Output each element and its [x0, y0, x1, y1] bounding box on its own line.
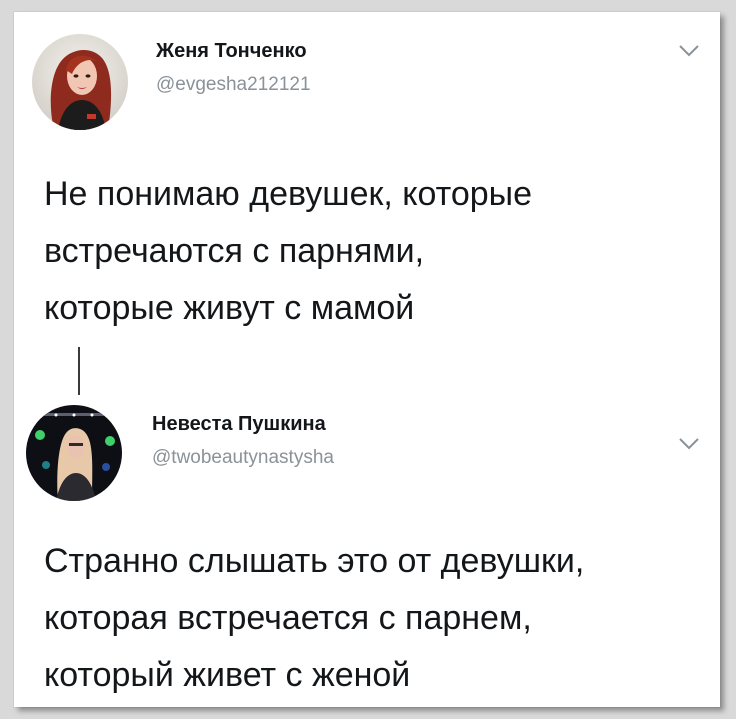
thread-connector [78, 347, 80, 395]
user-avatar-photo-icon [26, 405, 122, 501]
tweet-text-line: Не понимаю девушек, которые [44, 175, 533, 213]
tweet-text-line: встречаются с парнями, [44, 232, 425, 270]
tweet-text-line: который живет с женой [44, 656, 411, 694]
user-handle[interactable]: @twobeautynastysha [152, 447, 334, 469]
avatar[interactable] [26, 405, 122, 501]
tweet-text-line: которые живут с мамой [44, 289, 415, 327]
display-name[interactable]: Женя Тонченко [156, 40, 307, 63]
display-name[interactable]: Невеста Пушкина [152, 413, 326, 436]
tweet-text-line: Странно слышать это от девушки, [44, 542, 585, 580]
avatar[interactable] [32, 34, 128, 130]
user-avatar-photo-icon [32, 34, 128, 130]
chevron-down-icon[interactable] [678, 44, 700, 58]
user-handle[interactable]: @evgesha212121 [156, 74, 311, 96]
tweet-text-line: которая встречается с парнем, [44, 599, 532, 637]
tweet-2[interactable]: Невеста Пушкина @twobeautynastysha Стран… [14, 397, 720, 707]
tweet-thread-card: Женя Тонченко @evgesha212121 Не понимаю … [14, 12, 720, 707]
tweet-text: Не понимаю девушек, которые встречаются … [44, 166, 532, 337]
chevron-down-icon[interactable] [678, 437, 700, 451]
tweet-text: Странно слышать это от девушки, которая … [44, 533, 584, 704]
tweet-1[interactable]: Женя Тонченко @evgesha212121 Не понимаю … [14, 12, 720, 342]
